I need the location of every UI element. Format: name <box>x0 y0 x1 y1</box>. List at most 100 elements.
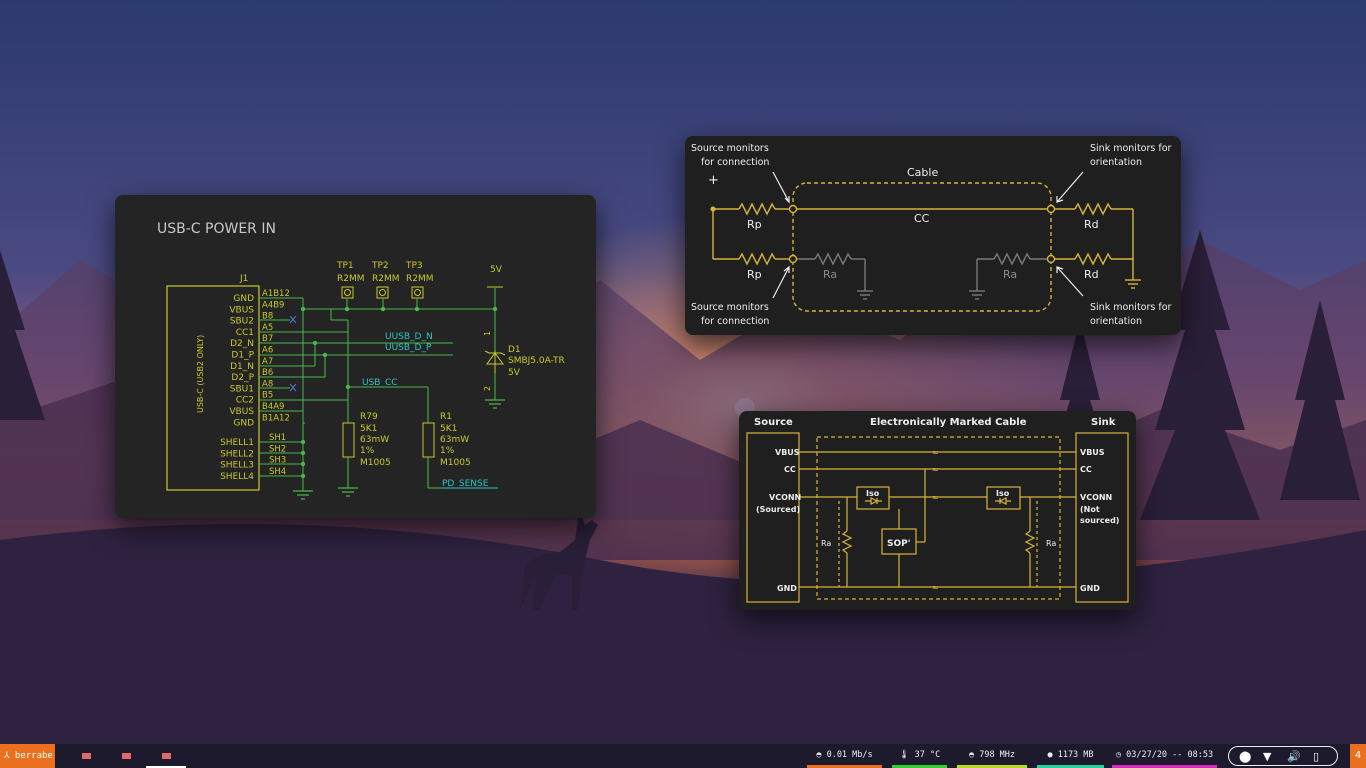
pin-name: GND <box>233 418 254 428</box>
r1-tol: 1% <box>440 446 455 456</box>
source-heading: Source <box>754 417 793 428</box>
r79-value: 5K1 <box>360 424 377 434</box>
app-1-icon <box>82 753 91 759</box>
pin-name: SBU1 <box>230 384 254 394</box>
svg-text:≈: ≈ <box>932 465 939 474</box>
diode-pin1: 1 <box>483 331 492 336</box>
iso-right-label: Iso <box>996 489 1010 498</box>
net-dp-label: UUSB_D_P <box>385 343 432 353</box>
pin-name: D2_N <box>230 339 254 349</box>
r1-ref: R1 <box>440 412 452 422</box>
pin-number: A6 <box>262 346 273 356</box>
diode-ref: D1 <box>508 345 521 355</box>
r79-pkg: M1005 <box>360 458 391 468</box>
left-vbus: VBUS <box>775 448 800 457</box>
diode-part: SMBJ5.0A-TR <box>508 356 565 366</box>
memory-stat: ● 1173 MB <box>1037 744 1104 768</box>
ra-left-label: Ra <box>821 539 831 548</box>
tp2-value: R2MM <box>372 274 400 284</box>
battery-icon[interactable]: ▯ <box>1313 750 1319 763</box>
connector-ref: J1 <box>239 274 248 284</box>
svg-text:≈: ≈ <box>932 493 939 502</box>
sink-top-line1: Sink monitors for <box>1090 143 1172 154</box>
sink-top-line2: orientation <box>1090 157 1142 168</box>
taskbar-app-3[interactable] <box>146 744 186 768</box>
tp3-ref: TP3 <box>405 261 423 271</box>
right-vconn-sub2: sourced) <box>1080 516 1119 525</box>
r1-value: 5K1 <box>440 424 457 434</box>
left-cc: CC <box>784 465 796 474</box>
network-speed-stat: ◓ 0.01 Mb/s <box>807 744 882 768</box>
pin-number: A4B9 <box>262 300 284 310</box>
r79-tol: 1% <box>360 446 375 456</box>
source-bottom-line1: Source monitors <box>691 302 769 313</box>
sink-heading: Sink <box>1091 417 1116 428</box>
svg-text:≈: ≈ <box>932 583 939 592</box>
cc-label: CC <box>914 212 930 225</box>
right-gnd: GND <box>1080 584 1100 593</box>
net-dn-label: UUSB_D_N <box>385 332 433 342</box>
cpu-temp-stat: 🌡 37 °C <box>892 744 947 768</box>
rp-top-label: Rp <box>747 218 762 231</box>
rail-5v-label: 5V <box>490 265 503 275</box>
tp2-ref: TP2 <box>371 261 389 271</box>
emarker-diagram-window[interactable]: ≈ ≈ ≈ ≈ Source Electronically Marked Cable … <box>739 411 1136 610</box>
pin-number: B5 <box>262 391 273 401</box>
ra-right-label: Ra <box>1046 539 1056 548</box>
pin-number: A7 <box>262 357 273 367</box>
diode-value: 5V <box>508 368 521 378</box>
pin-name: SBU2 <box>230 317 254 327</box>
taskbar-app-1[interactable] <box>66 744 106 768</box>
source-top-line1: Source monitors <box>691 143 769 154</box>
app-3-icon <box>162 753 171 759</box>
taskbar: ⅄ berrabe ◓ 0.01 Mb/s 🌡 37 °C ◓ 798 MHz … <box>0 744 1366 768</box>
right-vconn-sub1: (Not <box>1080 505 1100 514</box>
left-vconn: VCONN <box>769 493 801 502</box>
clock-stat[interactable]: ◷ 03/27/20 -- 08:53 <box>1112 744 1217 768</box>
r1-power: 63mW <box>440 435 469 445</box>
resistor-r1 <box>422 422 435 458</box>
schematic-window[interactable]: USB-C POWER IN J1 USB-C (USB2 ONLY) GND A… <box>115 195 596 518</box>
taskbar-app-2[interactable] <box>106 744 146 768</box>
pin-name: D2_P <box>231 373 254 383</box>
shell-name: SHELL3 <box>220 461 254 471</box>
launcher-button[interactable]: ⅄ berrabe <box>0 744 55 768</box>
pin-number: A5 <box>262 323 273 333</box>
left-vconn-sub: (Sourced) <box>756 505 800 514</box>
schematic-title: USB-C POWER IN <box>157 221 276 237</box>
app-2-icon <box>122 753 131 759</box>
r79-ref: R79 <box>360 412 378 422</box>
tp1-ref: TP1 <box>336 261 354 271</box>
sink-bottom-line1: Sink monitors for <box>1090 302 1172 313</box>
volume-icon[interactable]: 🔊 <box>1287 750 1301 763</box>
workspace-indicator[interactable]: 4 <box>1350 744 1366 768</box>
tp3-value: R2MM <box>406 274 434 284</box>
r1-pkg: M1005 <box>440 458 471 468</box>
rp-bottom-label: Rp <box>747 268 762 281</box>
test-points: TP1 R2MM TP2 R2MM TP3 R2MM <box>336 261 434 299</box>
power-icon[interactable]: ⬤ <box>1239 750 1251 763</box>
source-top-line2: for connection <box>701 157 769 168</box>
wifi-icon[interactable]: ▼ <box>1263 750 1271 763</box>
rd-top-label: Rd <box>1084 218 1099 231</box>
pin-number: B1A12 <box>262 413 290 423</box>
sop-label: SOP' <box>887 539 910 549</box>
pin-name: CC1 <box>236 328 254 338</box>
source-bottom-line2: for connection <box>701 316 769 327</box>
ra-left-label: Ra <box>823 268 837 281</box>
svg-text:≈: ≈ <box>932 448 939 457</box>
cc-diagram-window[interactable]: + Cable CC Rp Rp Rd Rd Ra Ra Source moni… <box>685 136 1181 335</box>
iso-left-label: Iso <box>866 489 880 498</box>
shell-name: SHELL1 <box>220 438 254 448</box>
cpu-freq-stat: ◓ 798 MHz <box>957 744 1027 768</box>
shell-name: SHELL2 <box>220 449 254 459</box>
tp1-value: R2MM <box>337 274 365 284</box>
cable-label: Cable <box>907 166 938 179</box>
pin-name: D1_P <box>231 351 254 361</box>
emarker-title: Electronically Marked Cable <box>870 417 1027 428</box>
diode-pin2: 2 <box>483 386 492 391</box>
plus-label: + <box>708 173 719 188</box>
sink-bottom-line2: orientation <box>1090 316 1142 327</box>
net-cc-label: USB_CC <box>362 378 398 388</box>
pin-name: VBUS <box>229 305 254 315</box>
